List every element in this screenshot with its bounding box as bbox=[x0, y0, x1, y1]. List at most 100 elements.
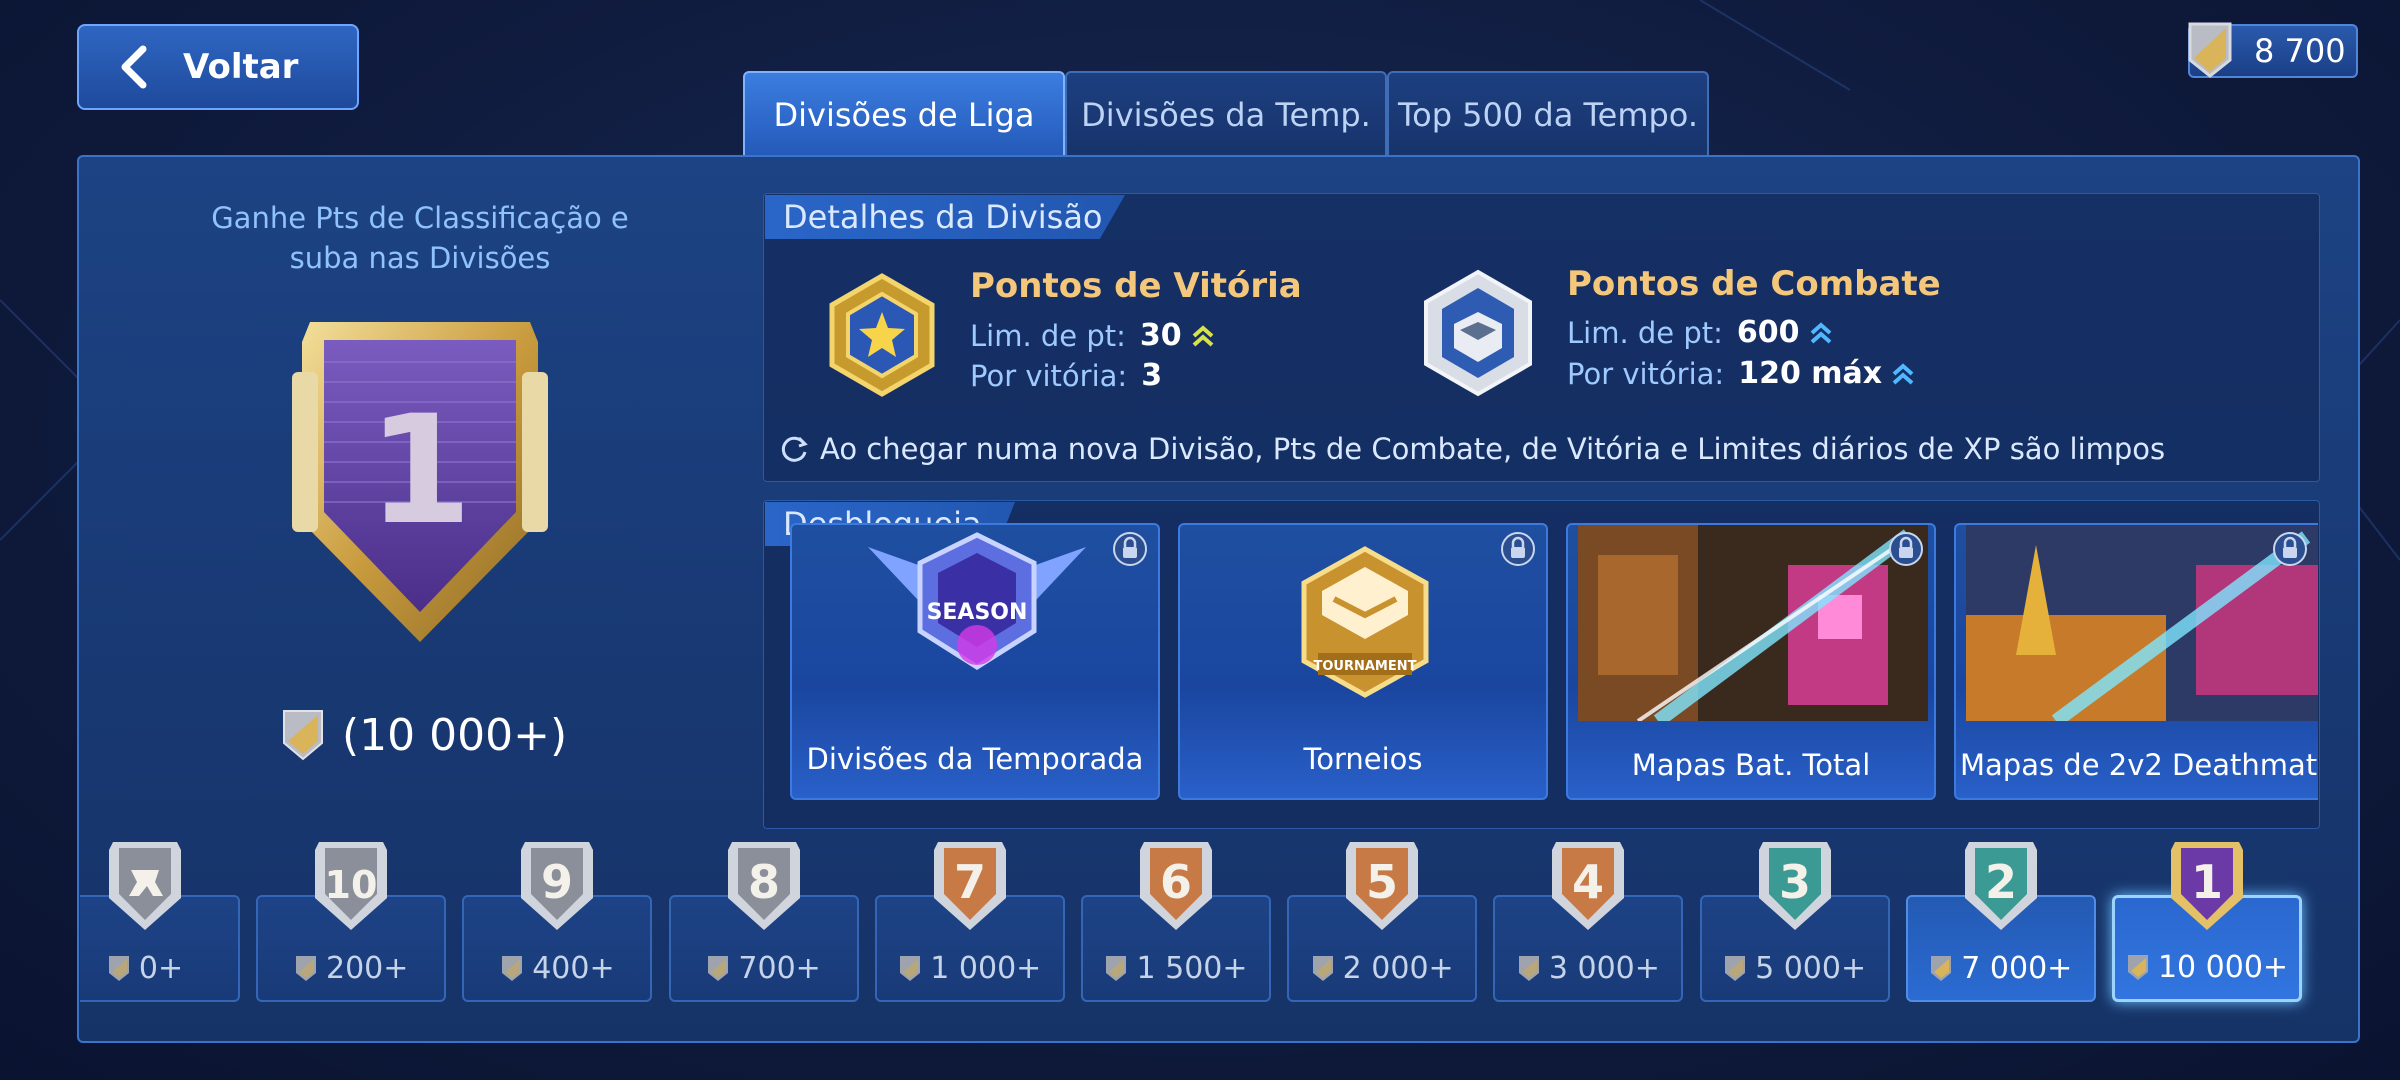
tournament-badge-text: TOURNAMENT bbox=[1314, 659, 1417, 674]
tier-threshold: 0+ bbox=[80, 951, 238, 986]
tier-threshold-value: 1 000+ bbox=[930, 951, 1042, 986]
rank-points-icon bbox=[1312, 955, 1333, 981]
combat-limit: Lim. de pt: 600 bbox=[1567, 315, 1834, 350]
tier-threshold: 1 000+ bbox=[877, 951, 1063, 986]
season-badge-icon: SEASON bbox=[868, 532, 1086, 670]
division-threshold: (10 000+) bbox=[280, 705, 580, 765]
division-tier-strip: 0+ 200+ 10 400+ 9 700+ 8 1 000+ 7 1 500+ 6 2 000+ 5 3… bbox=[80, 840, 2358, 1020]
tier-badge-icon: 5 bbox=[1346, 842, 1419, 930]
season-badge-text: SEASON bbox=[927, 600, 1028, 625]
lock-icon bbox=[1889, 532, 1923, 566]
tier-badge-icon: 8 bbox=[727, 842, 800, 930]
tier-threshold: 5 000+ bbox=[1702, 951, 1888, 986]
tier-badge-number: 2 bbox=[1985, 855, 2017, 909]
unlock-card-2v2-maps[interactable]: Mapas de 2v2 Deathmatch bbox=[1954, 523, 2318, 800]
rank-points-icon bbox=[295, 955, 316, 981]
tier-badge-number: 10 bbox=[325, 863, 378, 907]
rank-points-icon bbox=[900, 955, 921, 981]
threshold-value: (10 000+) bbox=[342, 709, 568, 761]
rank-points-icon bbox=[708, 955, 729, 981]
tier-threshold: 10 000+ bbox=[2115, 950, 2299, 985]
tier-badge-number: 1 bbox=[2191, 855, 2223, 909]
tab-league-divisions[interactable]: Divisões de Liga bbox=[743, 71, 1065, 157]
back-label: Voltar bbox=[183, 47, 299, 87]
card-label: Torneios bbox=[1303, 742, 1423, 776]
rank-points-icon bbox=[1725, 955, 1746, 981]
rank-points-icon bbox=[2188, 22, 2232, 78]
tier-threshold: 700+ bbox=[671, 951, 857, 986]
tier-badge-icon: 2 bbox=[1964, 842, 2037, 930]
tab-top-500[interactable]: Top 500 da Tempo. bbox=[1387, 71, 1709, 157]
rank-points-icon bbox=[2127, 954, 2148, 980]
victory-star-icon bbox=[829, 273, 935, 397]
unlock-card-season-divisions[interactable]: SEASON Divisões da Temporada bbox=[790, 523, 1160, 800]
tab-label: Divisões de Liga bbox=[773, 96, 1035, 134]
unlock-card-tournaments[interactable]: TOURNAMENT Torneios bbox=[1178, 523, 1548, 800]
currency-display: 8 700 bbox=[2188, 22, 2358, 78]
tab-label: Divisões da Temp. bbox=[1081, 96, 1371, 134]
rank-points-icon bbox=[502, 955, 523, 981]
tier-threshold-value: 5 000+ bbox=[1755, 951, 1867, 986]
tab-season-divisions[interactable]: Divisões da Temp. bbox=[1065, 71, 1387, 157]
tournament-badge-icon: TOURNAMENT bbox=[1301, 546, 1429, 698]
badge-number: 1 bbox=[368, 384, 472, 558]
tier-badge-number: 9 bbox=[541, 855, 573, 909]
tier-threshold: 2 000+ bbox=[1289, 951, 1475, 986]
double-chevron-up-icon bbox=[1892, 362, 1914, 384]
rank-points-icon bbox=[1106, 955, 1127, 981]
back-button[interactable]: Voltar bbox=[77, 24, 359, 110]
tier-badge-icon: 3 bbox=[1758, 842, 1831, 930]
rank-points-icon bbox=[1931, 955, 1952, 981]
victory-limit-value: 30 bbox=[1139, 318, 1182, 353]
lock-icon bbox=[1501, 532, 1535, 566]
reset-note: Ao chegar numa nova Divisão, Pts de Comb… bbox=[780, 432, 2165, 466]
lock-icon bbox=[1113, 532, 1147, 566]
rank-points-icon bbox=[283, 710, 323, 761]
combat-per-value: 120 máx bbox=[1738, 356, 1883, 391]
combat-limit-value: 600 bbox=[1736, 315, 1800, 350]
tier-badge-icon bbox=[109, 842, 181, 930]
tier-threshold-value: 10 000+ bbox=[2157, 950, 2289, 985]
victory-points-title: Pontos de Vitória bbox=[970, 266, 1302, 306]
double-chevron-up-icon bbox=[1192, 324, 1214, 346]
tier-threshold: 7 000+ bbox=[1908, 951, 2094, 986]
rank-points-icon bbox=[108, 955, 129, 981]
tier-threshold-value: 7 000+ bbox=[1961, 951, 2073, 986]
combat-per-win: Por vitória: 120 máx bbox=[1567, 356, 1916, 391]
currency-value: 8 700 bbox=[2254, 32, 2346, 70]
card-label: Divisões da Temporada bbox=[806, 742, 1144, 776]
tier-badge-number: 6 bbox=[1160, 855, 1192, 909]
tab-label: Top 500 da Tempo. bbox=[1398, 96, 1698, 134]
tier-badge-icon: 9 bbox=[521, 842, 594, 930]
combat-limit-label: Lim. de pt: bbox=[1567, 315, 1723, 350]
tab-bar: Divisões de Liga Divisões da Temp. Top 5… bbox=[743, 71, 1709, 157]
tier-threshold-value: 700+ bbox=[738, 951, 821, 986]
card-label: Mapas Bat. Total bbox=[1631, 748, 1871, 782]
tier-threshold-value: 400+ bbox=[532, 951, 615, 986]
tier-threshold: 400+ bbox=[464, 951, 650, 986]
combat-per-label: Por vitória: bbox=[1567, 356, 1725, 391]
map-preview-image bbox=[1578, 525, 1928, 721]
combat-points-title: Pontos de Combate bbox=[1567, 264, 1941, 304]
lock-icon bbox=[2273, 532, 2307, 566]
tier-badge-number: 7 bbox=[954, 855, 986, 909]
refresh-icon bbox=[781, 436, 808, 462]
tier-badge-number: 3 bbox=[1779, 855, 1811, 909]
tier-badge-icon: 1 bbox=[2171, 842, 2243, 930]
tier-badge-number: 8 bbox=[748, 855, 780, 909]
unlock-card-battle-royale-maps[interactable]: Mapas Bat. Total bbox=[1566, 523, 1936, 800]
victory-per-label: Por vitória: bbox=[970, 358, 1128, 393]
tier-threshold-value: 3 000+ bbox=[1548, 951, 1660, 986]
victory-per-value: 3 bbox=[1141, 358, 1163, 393]
tier-badge-number: 4 bbox=[1572, 855, 1604, 909]
victory-per-win: Por vitória: 3 bbox=[970, 358, 1162, 393]
tier-threshold: 3 000+ bbox=[1495, 951, 1681, 986]
tier-threshold: 200+ bbox=[258, 951, 444, 986]
card-label: Mapas de 2v2 Deathmatch bbox=[1960, 748, 2318, 782]
map-preview-image bbox=[1966, 525, 2318, 721]
tier-threshold-value: 200+ bbox=[325, 951, 409, 986]
tier-badge-number: 5 bbox=[1366, 855, 1398, 909]
victory-limit: Lim. de pt: 30 bbox=[970, 318, 1216, 353]
victory-limit-label: Lim. de pt: bbox=[970, 318, 1126, 353]
tier-threshold-value: 1 500+ bbox=[1136, 951, 1248, 986]
